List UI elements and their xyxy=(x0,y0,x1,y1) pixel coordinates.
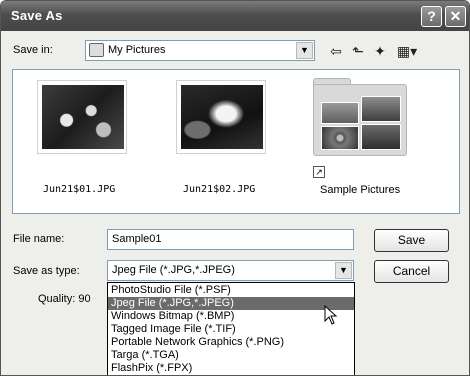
save-as-type-value: Jpeg File (*.JPG,*.JPEG) xyxy=(112,264,235,276)
save-as-type-label: Save as type: xyxy=(13,265,80,277)
file-type-option-selected[interactable]: Jpeg File (*.JPG,*.JPEG) xyxy=(108,297,354,310)
save-as-type-combo[interactable]: Jpeg File (*.JPG,*.JPEG) ▼ xyxy=(107,260,354,281)
view-menu-icon[interactable]: ▦▾ xyxy=(393,41,421,61)
back-arrow-icon[interactable]: ⇦ xyxy=(325,41,347,61)
save-as-dialog: Save As ? ✕ Save in: My Pictures ▼ ⇦ ⬑ ✦… xyxy=(0,0,470,376)
cancel-button[interactable]: Cancel xyxy=(374,260,449,283)
quality-label: Quality: 90 xyxy=(38,293,91,305)
file-type-option[interactable]: Portable Network Graphics (*.PNG) xyxy=(108,336,354,349)
photo-thumbnail-icon xyxy=(181,85,263,149)
chevron-down-icon[interactable]: ▼ xyxy=(296,42,313,59)
folder-preview-image xyxy=(361,96,401,122)
file-name-label-3[interactable]: Sample Pictures xyxy=(320,184,400,196)
close-button[interactable]: ✕ xyxy=(445,6,466,27)
file-type-option[interactable]: PhotoStudio File (*.PSF) xyxy=(108,284,354,297)
file-name-label: File name: xyxy=(13,233,65,245)
help-icon: ? xyxy=(427,8,436,24)
help-button[interactable]: ? xyxy=(421,6,442,27)
save-button[interactable]: Save xyxy=(374,229,449,252)
file-name-value: Sample01 xyxy=(112,233,162,245)
folder-preview-image xyxy=(321,126,359,150)
shortcut-arrow-icon: ↗ xyxy=(313,166,325,178)
close-icon: ✕ xyxy=(449,8,462,24)
dialog-title: Save As xyxy=(11,8,63,23)
photo-thumbnail-icon xyxy=(42,85,124,149)
file-type-option[interactable]: Targa (*.TGA) xyxy=(108,349,354,362)
new-folder-icon[interactable]: ✦ xyxy=(369,41,391,61)
file-type-option[interactable]: Tagged Image File (*.TIF) xyxy=(108,323,354,336)
up-folder-icon[interactable]: ⬑ xyxy=(347,41,369,61)
file-thumbnail-1[interactable] xyxy=(37,80,127,154)
save-in-combo[interactable]: My Pictures ▼ xyxy=(85,40,315,61)
file-type-dropdown-list[interactable]: PhotoStudio File (*.PSF) Jpeg File (*.JP… xyxy=(107,282,355,375)
file-type-option[interactable]: FlashPix (*.FPX) xyxy=(108,362,354,375)
file-name-label-2[interactable]: Jun21$02.JPG xyxy=(183,184,255,195)
save-in-value: My Pictures xyxy=(108,44,166,56)
folder-preview-image xyxy=(321,102,359,124)
chevron-down-icon[interactable]: ▼ xyxy=(335,262,352,279)
folder-preview-image xyxy=(361,124,401,150)
mouse-pointer-icon xyxy=(324,305,338,325)
file-list[interactable]: Jun21$01.JPG Jun21$02.JPG ↗ Sample Pictu… xyxy=(12,69,460,214)
file-thumbnail-2[interactable] xyxy=(176,80,266,154)
file-name-label-1[interactable]: Jun21$01.JPG xyxy=(43,184,115,195)
file-type-option[interactable]: Windows Bitmap (*.BMP) xyxy=(108,310,354,323)
sample-pictures-folder[interactable] xyxy=(313,78,407,158)
save-in-label: Save in: xyxy=(13,44,53,56)
title-bar[interactable]: Save As ? ✕ xyxy=(1,1,469,31)
folder-icon xyxy=(89,43,104,57)
file-name-input[interactable]: Sample01 xyxy=(107,229,354,250)
